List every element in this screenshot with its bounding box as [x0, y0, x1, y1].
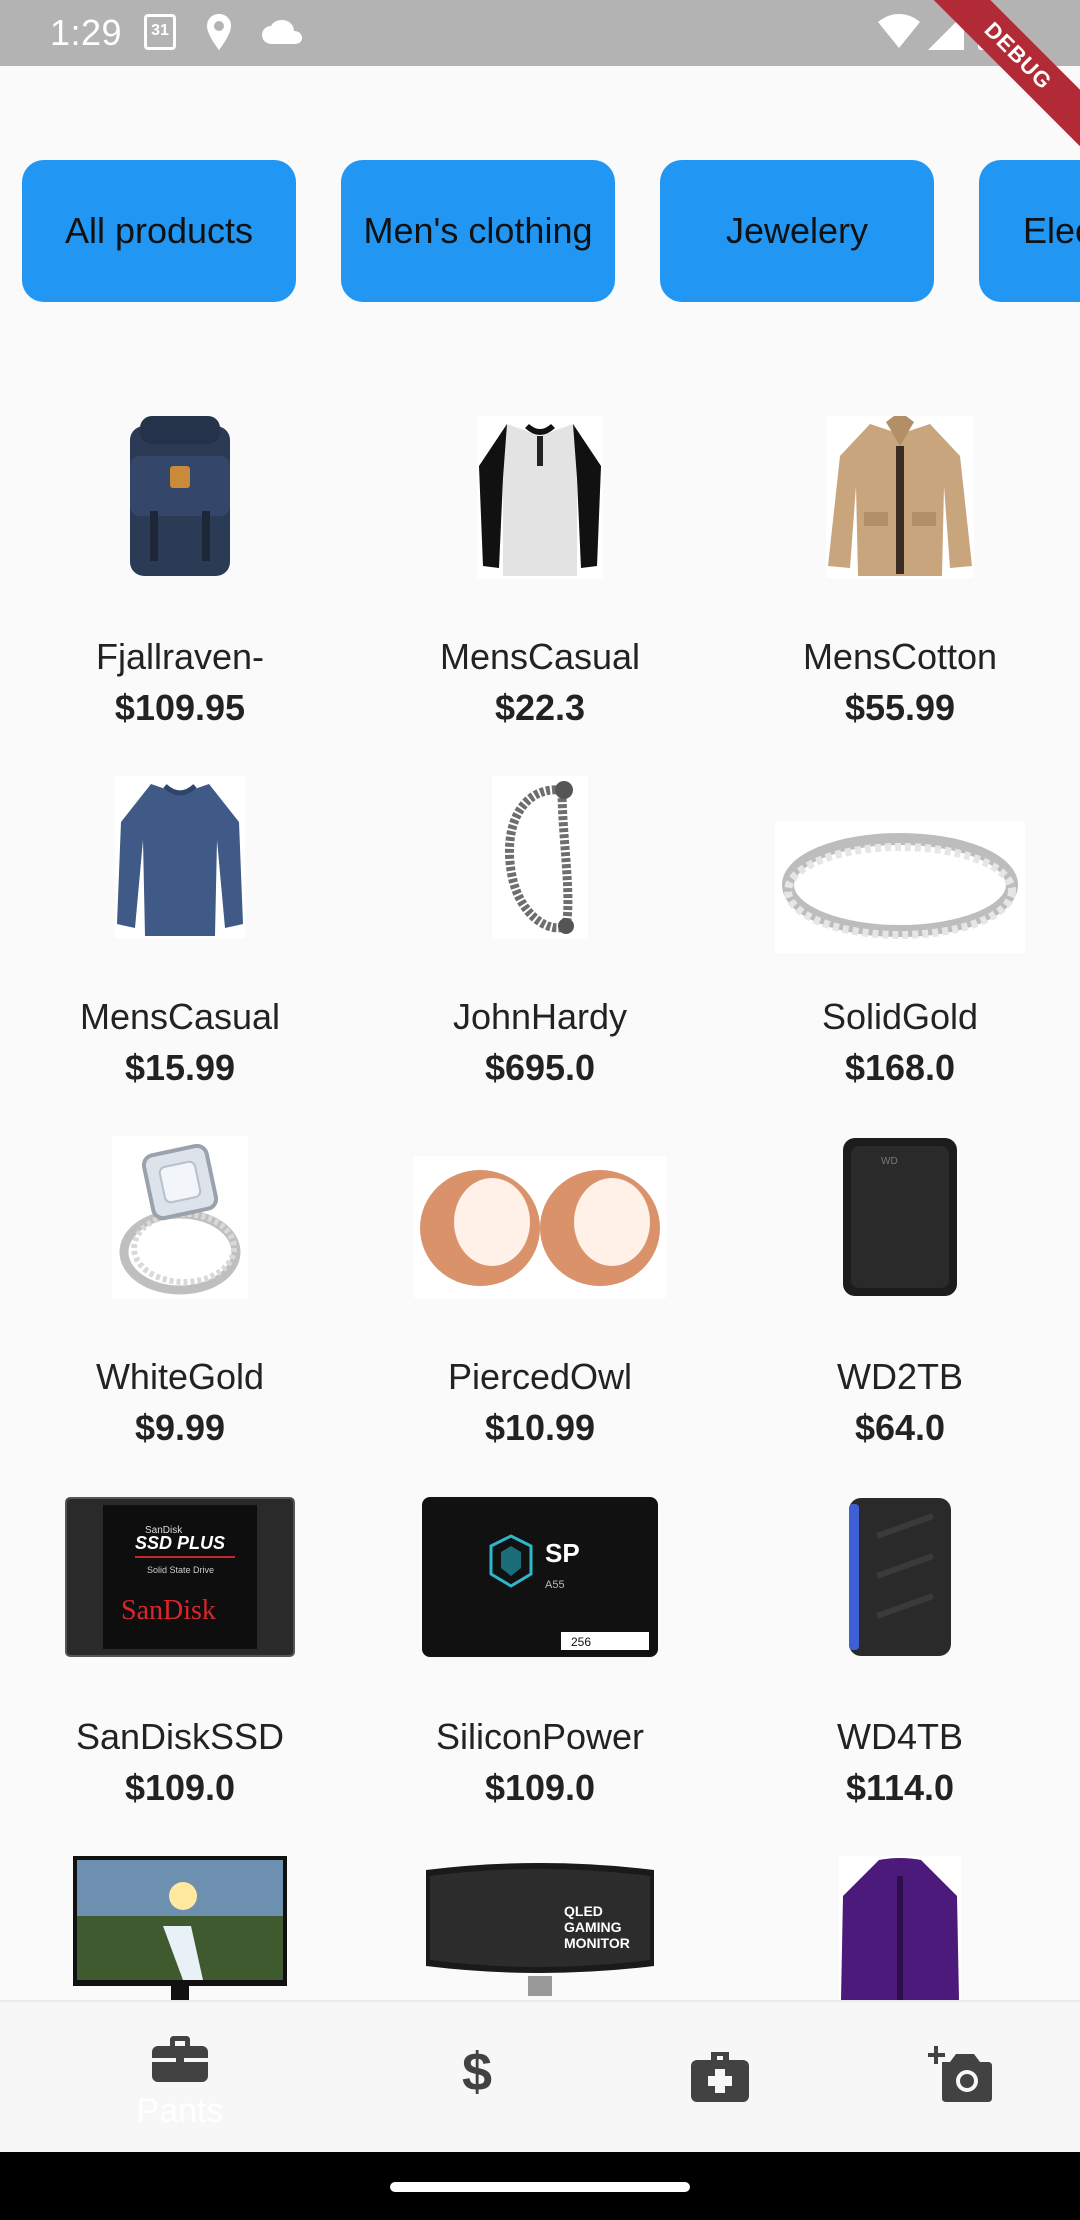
product-image-sandisk-ssd: SanDisk SSD PLUS Solid State Drive SanDi…: [65, 1496, 295, 1658]
product-name: MensCasual: [439, 636, 641, 677]
product-image-purple-snow-jacket: [839, 1856, 961, 2000]
cloud-icon: [262, 20, 302, 49]
product-image-acer-monitor: [73, 1856, 287, 2000]
product-price: $64.0: [854, 1407, 946, 1448]
product-name: MensCotton: [802, 636, 998, 677]
product-name: SiliconPower: [435, 1716, 645, 1757]
chip-jewelery[interactable]: Jewelery: [660, 160, 934, 302]
nav-label: Pants: [136, 2092, 224, 2130]
location-icon: [206, 14, 232, 55]
product-name: MensCasual: [79, 996, 281, 1037]
product-card[interactable]: MensCotton $55.99: [720, 416, 1080, 776]
status-time: 1:29: [50, 12, 123, 53]
product-image-samsung-gaming-monitor: QLED GAMING MONITOR: [424, 1856, 656, 2000]
product-card[interactable]: WD WD2TB $64.0: [720, 1136, 1080, 1496]
product-name: JohnHardy: [452, 996, 628, 1037]
nav-item-add-camera[interactable]: [860, 2002, 1060, 2154]
product-name: Fjallraven-: [95, 636, 265, 677]
wifi-icon: [878, 14, 920, 53]
gesture-bar: [0, 2152, 1080, 2220]
product-price: $9.99: [134, 1407, 226, 1448]
monitor-label-3: MONITOR: [564, 1935, 630, 1951]
chip-label: Electronics: [1023, 210, 1080, 251]
chip-label: All products: [64, 210, 254, 251]
product-card[interactable]: JohnHardy $695.0: [360, 776, 720, 1136]
product-price: $168.0: [844, 1047, 956, 1088]
dollar-icon: $: [460, 2042, 496, 2103]
svg-text:WD: WD: [881, 1156, 898, 1167]
chip-mens-clothing[interactable]: Men's clothing: [341, 160, 615, 302]
product-image-wd-2tb-drive: WD: [841, 1136, 959, 1298]
product-price: $15.99: [124, 1047, 236, 1088]
product-image-raglan-tshirt: [477, 416, 603, 578]
product-image-gold-ring: [775, 806, 1025, 968]
briefcase-icon: [152, 2036, 208, 2087]
product-name: WD4TB: [837, 1716, 963, 1757]
product-card[interactable]: SolidGold $168.0: [720, 776, 1080, 1136]
product-name: WhiteGold: [95, 1356, 265, 1397]
product-price: $109.0: [484, 1767, 596, 1808]
ssd-brand: SanDisk: [121, 1595, 216, 1626]
product-price: $109.0: [124, 1767, 236, 1808]
monitor-label-2: GAMING: [564, 1919, 622, 1935]
product-price: $22.3: [494, 687, 586, 728]
home-gesture-pill[interactable]: [390, 2182, 690, 2192]
product-image-backpack: [124, 416, 236, 578]
product-name: SanDiskSSD: [75, 1716, 285, 1757]
calendar-icon: 31: [144, 14, 176, 50]
chip-label: Jewelery: [725, 210, 869, 251]
nav-item-pants[interactable]: Pants: [80, 2002, 280, 2154]
ssd-capacity: 256: [571, 1635, 591, 1649]
ssd-label-type: Solid State Drive: [147, 1565, 214, 1575]
product-card[interactable]: MensCasual $22.3: [360, 416, 720, 776]
product-name: SolidGold: [821, 996, 979, 1037]
product-image-wd-4tb-drive: [847, 1496, 953, 1658]
product-card[interactable]: WD4TB $114.0: [720, 1496, 1080, 1856]
product-price: $695.0: [484, 1047, 596, 1088]
product-image-dragon-bracelet: [492, 776, 588, 938]
status-bar: 1:29 31: [0, 0, 1080, 66]
category-chips: All products Men's clothing Jewelery Ele…: [0, 160, 1080, 302]
chip-all-products[interactable]: All products: [22, 160, 296, 302]
medical-case-icon: [691, 2052, 749, 2107]
chip-electronics[interactable]: Electronics: [979, 160, 1080, 302]
product-card[interactable]: PiercedOwl $10.99: [360, 1136, 720, 1496]
product-image-slim-fit-tshirt: [115, 776, 245, 938]
product-name: PiercedOwl: [447, 1356, 633, 1397]
product-price: $55.99: [844, 687, 956, 728]
product-price: $10.99: [484, 1407, 596, 1448]
ssd-brand: SP: [545, 1538, 580, 1568]
product-card[interactable]: MensCasual $15.99: [0, 776, 360, 1136]
product-name: WD2TB: [837, 1356, 963, 1397]
product-card[interactable]: SP A55 256 SiliconPower $109.0: [360, 1496, 720, 1856]
product-price: $114.0: [845, 1767, 955, 1808]
bottom-navigation: Pants $: [0, 2000, 1080, 2152]
product-card[interactable]: Fjallraven- $109.95: [0, 416, 360, 776]
ssd-model: A55: [545, 1579, 565, 1591]
product-image-white-gold-ring: [112, 1136, 248, 1298]
product-image-silicon-power-ssd: SP A55 256: [421, 1496, 659, 1658]
product-price: $109.95: [114, 687, 246, 728]
nav-item-dollar[interactable]: $: [378, 2002, 578, 2154]
chip-label: Men's clothing: [363, 210, 593, 251]
ssd-label-model: SSD PLUS: [135, 1533, 225, 1553]
product-image-rose-gold-plugs: [414, 1156, 666, 1298]
add-camera-icon: [927, 2046, 992, 2107]
monitor-label-1: QLED: [564, 1903, 603, 1919]
product-card[interactable]: SanDisk SSD PLUS Solid State Drive SanDi…: [0, 1496, 360, 1856]
nav-item-medical[interactable]: [620, 2002, 820, 2154]
svg-text:$: $: [462, 2044, 492, 2098]
product-card[interactable]: WhiteGold $9.99: [0, 1136, 360, 1496]
product-image-cotton-jacket: [826, 416, 974, 578]
